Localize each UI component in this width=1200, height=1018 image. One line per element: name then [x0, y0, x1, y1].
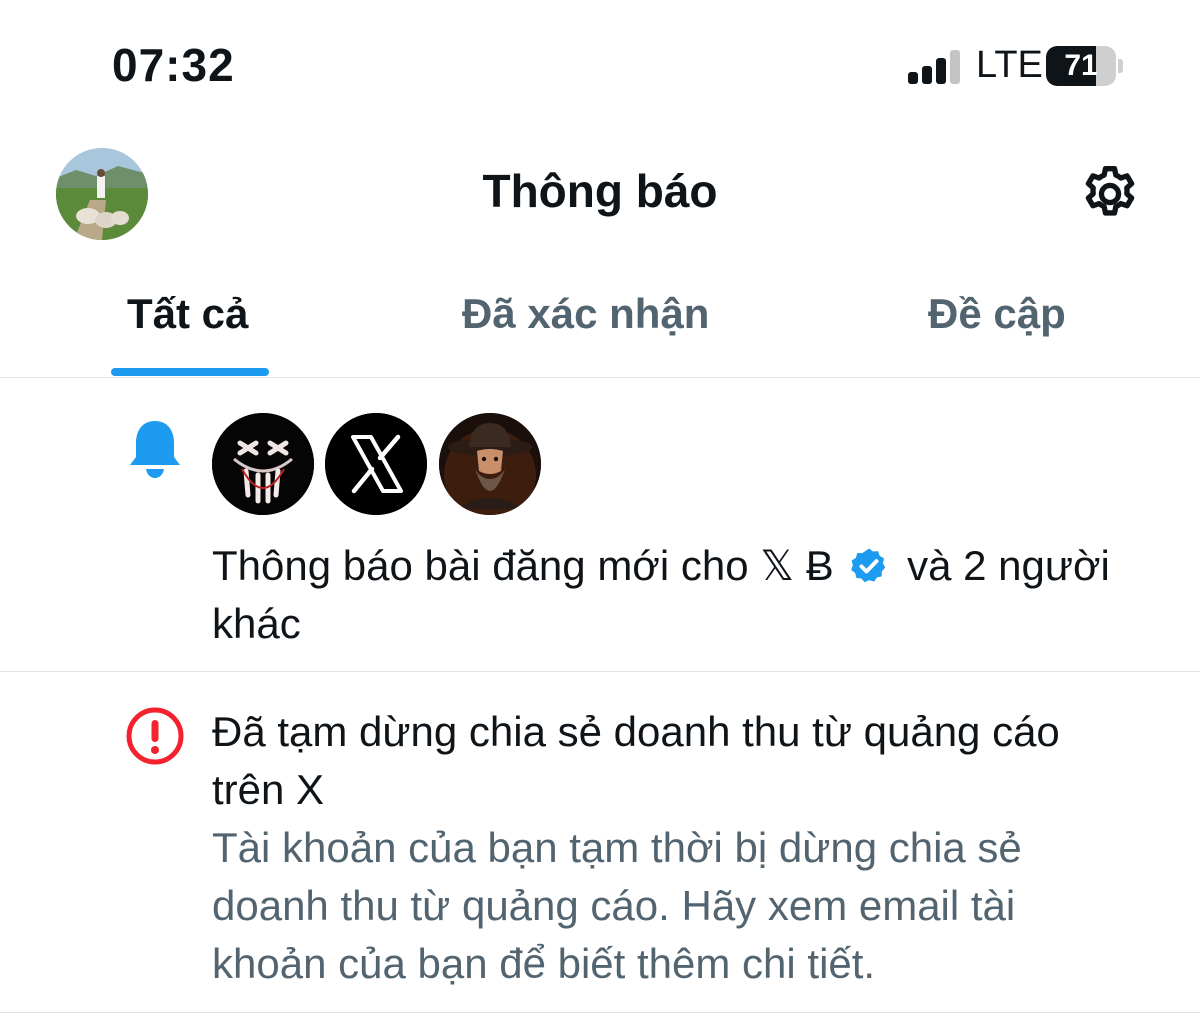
notification-text: Thông báo bài đăng mới cho 𝕏 Ƀ và 2 ngườ… [212, 537, 1142, 653]
cowboy-avatar[interactable] [437, 411, 543, 517]
status-bar: 07:32 LTE 71 [0, 0, 1200, 130]
tab-verified[interactable]: Đã xác nhận [462, 290, 709, 338]
skull-mask-avatar[interactable] [210, 411, 316, 517]
notifications-screen: 07:32 LTE 71 Thông báo Tất cả Đã xác nhậ… [0, 0, 1200, 1018]
gear-icon[interactable] [1078, 162, 1142, 226]
alert-circle-icon [124, 705, 186, 767]
tab-mentions[interactable]: Đề cập [928, 290, 1066, 338]
tab-all[interactable]: Tất cả [127, 290, 248, 338]
page-title: Thông báo [482, 165, 718, 217]
active-tab-indicator [111, 368, 269, 376]
notification-title: Đã tạm dừng chia sẻ doanh thu từ quảng c… [212, 708, 1060, 813]
status-time: 07:32 [112, 39, 235, 91]
notification-body: Tài khoản của bạn tạm thời bị dừng chia … [212, 824, 1022, 987]
battery-percentage: 71 [1064, 49, 1098, 82]
bell-icon [126, 417, 184, 479]
network-type: LTE [976, 44, 1043, 86]
x-logo-avatar[interactable] [323, 411, 429, 517]
tab-bar: Tất cả Đã xác nhận Đề cập [0, 270, 1200, 378]
notification-text-start: Thông báo bài đăng mới cho 𝕏 Ƀ [212, 542, 834, 589]
cellular-signal-icon [908, 48, 964, 84]
notification-new-posts[interactable]: Thông báo bài đăng mới cho 𝕏 Ƀ và 2 ngườ… [0, 379, 1200, 672]
verified-badge-icon [851, 548, 886, 583]
notification-revenue-paused[interactable]: Đã tạm dừng chia sẻ doanh thu từ quảng c… [0, 673, 1200, 1013]
battery-icon: 71 [1046, 46, 1123, 86]
